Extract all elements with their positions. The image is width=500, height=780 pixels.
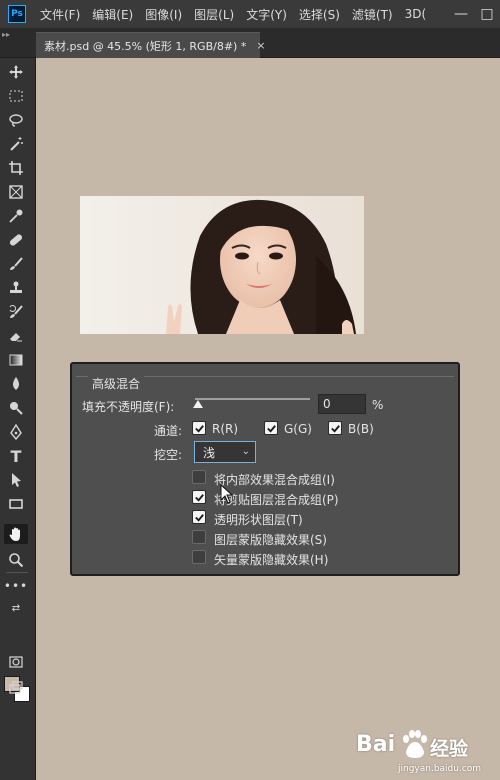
brush-icon[interactable] bbox=[4, 254, 28, 274]
tools-divider bbox=[6, 572, 28, 573]
channel-r-label: R(R) bbox=[212, 422, 239, 436]
menu-layer[interactable]: 图层(L) bbox=[194, 6, 234, 23]
fill-opacity-input[interactable]: 0 bbox=[318, 394, 366, 414]
magic-wand-icon[interactable] bbox=[4, 134, 28, 154]
layer-mask-hides-effects-checkbox[interactable] bbox=[192, 530, 206, 544]
minimize-button[interactable]: — bbox=[448, 3, 474, 25]
tools-panel: T ••• ⇄ bbox=[0, 58, 36, 780]
pen-icon[interactable] bbox=[4, 422, 28, 442]
app-logo: Ps bbox=[8, 5, 26, 23]
lasso-icon[interactable] bbox=[4, 110, 28, 130]
channel-b-label: B(B) bbox=[348, 422, 374, 436]
rectangle-icon[interactable] bbox=[4, 494, 28, 514]
document-tab-title: 素材.psd @ 45.5% (矩形 1, RGB/8#) * bbox=[44, 39, 247, 53]
blur-icon[interactable] bbox=[4, 374, 28, 394]
blend-clipped-layers-checkbox[interactable] bbox=[192, 490, 206, 504]
eraser-icon[interactable] bbox=[4, 326, 28, 346]
knockout-select[interactable]: 浅 ⌄ bbox=[194, 441, 256, 463]
hand-icon[interactable] bbox=[4, 524, 28, 544]
healing-brush-icon[interactable] bbox=[4, 230, 28, 250]
restore-button[interactable]: □ bbox=[474, 3, 500, 25]
watermark-brand: Bai bbox=[356, 732, 396, 757]
menu-bar: Ps 文件(F) 编辑(E) 图像(I) 图层(L) 文字(Y) 选择(S) 滤… bbox=[0, 0, 500, 28]
fill-opacity-slider-track[interactable] bbox=[195, 398, 310, 400]
menu-file[interactable]: 文件(F) bbox=[40, 6, 80, 23]
menu-filter[interactable]: 滤镜(T) bbox=[352, 6, 393, 23]
document-tab-bar: ▸▸ 素材.psd @ 45.5% (矩形 1, RGB/8#) * × bbox=[0, 28, 500, 58]
fill-opacity-label: 填充不透明度(F): bbox=[82, 400, 175, 414]
document-tab[interactable]: 素材.psd @ 45.5% (矩形 1, RGB/8#) * × bbox=[36, 32, 266, 58]
channel-r-checkbox[interactable] bbox=[192, 421, 206, 435]
menu-edit[interactable]: 编辑(E) bbox=[92, 6, 133, 23]
vector-mask-hides-effects-label: 矢量蒙版隐藏效果(H) bbox=[214, 553, 329, 567]
history-brush-icon[interactable] bbox=[4, 302, 28, 322]
fill-opacity-slider-handle[interactable] bbox=[193, 400, 203, 408]
path-selection-icon[interactable] bbox=[4, 470, 28, 490]
more-tools-icon[interactable]: ••• bbox=[4, 576, 28, 596]
portrait-photo bbox=[80, 196, 364, 334]
marquee-icon[interactable] bbox=[4, 86, 28, 106]
menu-type[interactable]: 文字(Y) bbox=[246, 6, 287, 23]
gradient-icon[interactable] bbox=[4, 350, 28, 370]
channel-g-checkbox[interactable] bbox=[264, 421, 278, 435]
watermark-brand-suffix: 经验 bbox=[430, 738, 469, 760]
crop-icon[interactable] bbox=[4, 158, 28, 178]
menu-select[interactable]: 选择(S) bbox=[299, 6, 340, 23]
eyedropper-icon[interactable] bbox=[4, 206, 28, 226]
mouse-cursor-icon bbox=[220, 484, 234, 504]
transparency-shapes-layer-label: 透明形状图层(T) bbox=[214, 513, 303, 527]
clone-stamp-icon[interactable] bbox=[4, 278, 28, 298]
collapse-panel-icon[interactable]: ▸▸ bbox=[2, 30, 10, 39]
dodge-icon[interactable] bbox=[4, 398, 28, 418]
zoom-icon[interactable] bbox=[4, 550, 28, 570]
channels-label: 通道: bbox=[154, 424, 183, 438]
quick-mask-icon[interactable] bbox=[4, 652, 28, 672]
knockout-value: 浅 bbox=[203, 445, 216, 460]
channel-b-checkbox[interactable] bbox=[328, 421, 342, 435]
screen-mode-icon[interactable] bbox=[4, 678, 28, 698]
window-controls: — □ bbox=[442, 0, 500, 28]
advanced-blending-title: 高级混合 bbox=[88, 375, 145, 392]
vector-mask-hides-effects-checkbox[interactable] bbox=[192, 550, 206, 564]
fill-opacity-unit: % bbox=[372, 398, 384, 412]
move-icon[interactable] bbox=[4, 62, 28, 82]
close-tab-icon[interactable]: × bbox=[256, 39, 265, 52]
channel-g-label: G(G) bbox=[284, 422, 312, 436]
baidu-watermark: Bai 经验 jingyan.baidu.com bbox=[356, 728, 496, 778]
menu-3d[interactable]: 3D( bbox=[405, 7, 427, 21]
frame-icon[interactable] bbox=[4, 182, 28, 202]
watermark-url: jingyan.baidu.com bbox=[398, 764, 482, 774]
swap-colors-icon[interactable]: ⇄ bbox=[4, 598, 28, 618]
chevron-down-icon: ⌄ bbox=[241, 446, 250, 457]
knockout-label: 挖空: bbox=[154, 448, 183, 462]
paw-icon bbox=[403, 730, 427, 758]
transparency-shapes-layer-checkbox[interactable] bbox=[192, 510, 206, 524]
menu-image[interactable]: 图像(I) bbox=[145, 6, 182, 23]
blend-interior-effects-checkbox[interactable] bbox=[192, 470, 206, 484]
photoshop-window: Ps 文件(F) 编辑(E) 图像(I) 图层(L) 文字(Y) 选择(S) 滤… bbox=[0, 0, 500, 780]
type-icon[interactable]: T bbox=[4, 446, 28, 466]
layer-mask-hides-effects-label: 图层蒙版隐藏效果(S) bbox=[214, 533, 327, 547]
